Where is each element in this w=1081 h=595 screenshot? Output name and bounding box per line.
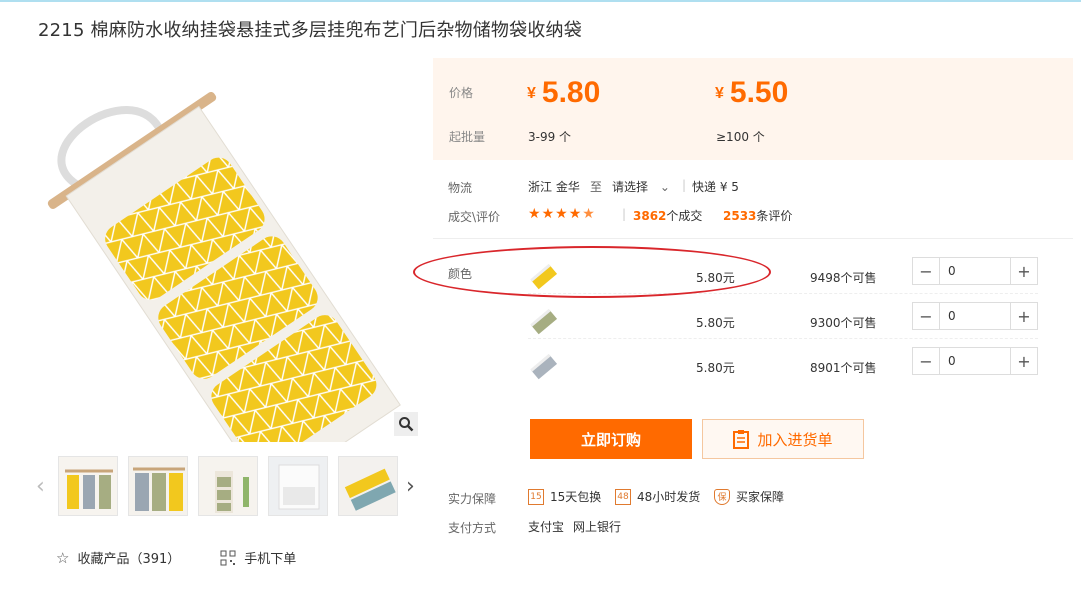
favorite-label: 收藏产品（391） [77,552,181,567]
thumbnail-2[interactable] [128,456,188,516]
quantity-stepper: − 0 + [912,302,1038,330]
price-panel: 价格 ¥5.80 ¥5.50 起批量 3-99 个 ≥100 个 [433,58,1073,160]
sku-available: 8901个可售 [810,361,877,375]
thumbnail-3[interactable] [198,456,258,516]
clipboard-icon [733,430,750,449]
separator: | [622,207,627,221]
rating-stars: ★ ★ ★ ★ ★ [528,206,595,222]
price-tier-2: ¥5.50 [715,76,789,109]
add-to-list-label: 加入进货单 [757,430,833,449]
star-half-icon: ★ [582,206,595,222]
logistics-label: 物流 [448,181,473,195]
payment-online-bank: 网上银行 [573,520,622,534]
destination-select[interactable]: 请选择 ⌄ [612,178,670,195]
decrement-button[interactable]: − [913,303,939,329]
deals-link[interactable]: 3862个成交 [633,207,702,224]
star-icon: ★ [555,206,568,222]
star-icon: ★ [528,206,541,222]
reviews-link[interactable]: 2533条评价 [723,207,792,224]
increment-button[interactable]: + [1011,348,1037,374]
thumb-next-arrow-icon[interactable]: › [406,474,415,499]
left-actions: ☆ 收藏产品（391） 手机下单 [56,548,296,568]
star-outline-icon: ☆ [56,548,70,567]
divider [528,338,1038,339]
sku-available: 9300个可售 [810,316,877,330]
thumbnail-strip: ‹ › [34,456,424,520]
main-product-image[interactable] [38,72,418,496]
thumbnail-1[interactable] [58,456,118,516]
decrement-button[interactable]: − [913,258,939,284]
quantity-input[interactable]: 0 [939,258,1011,284]
decrement-button[interactable]: − [913,348,939,374]
guarantee-buyer[interactable]: 保 买家保障 [714,488,784,505]
increment-button[interactable]: + [1011,303,1037,329]
moq-range-1: 3-99 个 [528,130,572,144]
quantity-stepper: − 0 + [912,347,1038,375]
ship-48-hours-icon: 48 [615,488,631,505]
mobile-order-label: 手机下单 [244,552,297,567]
payment-alipay: 支付宝 [528,520,565,534]
separator: | [682,178,687,192]
sku-thumbnail-green[interactable] [528,306,560,338]
add-to-purchase-list-button[interactable]: 加入进货单 [702,419,864,459]
star-icon: ★ [541,206,555,222]
sku-price: 5.80元 [696,361,735,375]
quantity-input[interactable]: 0 [939,303,1011,329]
thumb-prev-arrow-icon[interactable]: ‹ [36,474,45,499]
rating-label: 成交\评价 [448,210,501,224]
logistics-to-word: 至 [590,180,603,194]
guarantee-shipping[interactable]: 48 48小时发货 [615,488,700,505]
increment-button[interactable]: + [1011,258,1037,284]
thumbnail-5[interactable] [338,456,398,516]
star-icon: ★ [568,206,582,222]
exchange-15-days-icon: 15 [528,488,544,505]
price-label: 价格 [449,86,474,100]
order-now-button[interactable]: 立即订购 [530,419,692,459]
quantity-input[interactable]: 0 [939,348,1011,374]
quantity-stepper: − 0 + [912,257,1038,285]
sku-thumbnail-grey[interactable] [528,351,560,383]
guarantee-exchange[interactable]: 15 15天包换 [528,488,601,505]
sku-row-green: 5.80元 9300个可售 − 0 + [528,302,1038,346]
price-tier-1: ¥5.80 [527,76,601,109]
logistics-from: 浙江 金华 [528,180,580,194]
moq-range-2: ≥100 个 [716,130,765,144]
sku-row-grey: 5.80元 8901个可售 − 0 + [528,347,1038,391]
thumbnail-4[interactable] [268,456,328,516]
qr-code-icon [220,550,236,565]
sku-price: 5.80元 [696,316,735,330]
payment-label: 支付方式 [448,521,497,535]
express-fee: 快递 ¥ 5 [692,180,739,194]
page-title: 2215 棉麻防水收纳挂袋悬挂式多层挂兜布艺门后杂物储物袋收纳袋 [38,20,582,41]
annotation-ellipse [413,246,771,298]
guarantee-label: 实力保障 [448,492,497,506]
mobile-order-button[interactable]: 手机下单 [220,548,296,567]
zoom-button[interactable] [394,412,418,436]
magnifier-icon [399,417,414,432]
divider [433,238,1073,239]
sku-available: 9498个可售 [810,271,877,285]
shield-icon: 保 [714,488,730,505]
moq-label: 起批量 [449,130,486,144]
chevron-down-icon: ⌄ [659,180,670,194]
favorite-product-button[interactable]: ☆ 收藏产品（391） [56,548,181,568]
top-accent-line [0,0,1081,2]
